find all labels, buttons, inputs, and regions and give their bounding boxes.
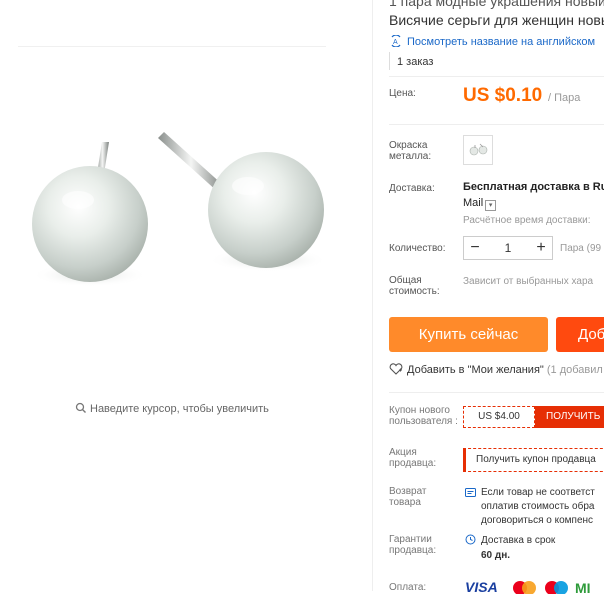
returns-line2: оплатив стоимость обра (481, 501, 595, 512)
translate-link-text[interactable]: Посмотреть название на английском (407, 36, 595, 48)
get-coupon-button[interactable]: ПОЛУЧИТЬ (535, 406, 604, 428)
quantity-unit: Пара (99 (560, 243, 602, 254)
returns-text: Если товар не соответст оплатив стоимост… (481, 486, 595, 528)
svg-text:VISA: VISA (465, 579, 498, 594)
on-time-delivery-icon (465, 534, 476, 545)
color-swatch[interactable] (463, 135, 493, 165)
payment-methods: VISA MI (463, 578, 604, 596)
translate-link[interactable]: A Посмотреть название на английском (389, 34, 595, 48)
new-user-coupon-label: Купон нового пользователя : (389, 405, 458, 427)
maestro-icon (545, 581, 568, 595)
seller-promo-label: Акция продавца: (389, 447, 437, 469)
section-divider (389, 392, 604, 393)
add-to-cart-button[interactable]: Доб (556, 317, 604, 352)
pane-divider (372, 0, 373, 591)
earring-thumb-icon (469, 143, 488, 156)
svg-text:MI: MI (575, 580, 591, 594)
orders-count: 1 заказ (397, 56, 434, 68)
section-divider (389, 76, 604, 77)
pearl-earrings-image[interactable] (18, 120, 338, 330)
return-policy-icon (465, 488, 476, 497)
zoom-hint-text: Наведите курсор, чтобы увеличить (90, 403, 269, 415)
shipping-method[interactable]: Mail ▾ (463, 197, 497, 211)
visa-icon: VISA (465, 579, 498, 595)
guarantee-line2: 60 дн. (481, 550, 511, 561)
product-title: 1 пара модные украшения новый Висячие се… (389, 0, 604, 30)
shipping-method-text[interactable]: Mail (463, 197, 483, 209)
guarantee-text: Доставка в срок 60 дн. (481, 533, 555, 563)
svg-text:A: A (393, 39, 398, 46)
total-label: Общая стоимость: (389, 275, 440, 297)
quantity-input[interactable]: 1 (486, 237, 530, 259)
heart-icon[interactable] (389, 363, 403, 375)
product-image-pane[interactable]: Наведите курсор, чтобы увеличить (0, 0, 372, 591)
mir-icon: MI (575, 580, 591, 596)
magnifier-icon (75, 402, 86, 413)
thumb-divider (18, 46, 326, 47)
buy-now-button[interactable]: Купить сейчас (389, 317, 548, 352)
chevron-down-icon[interactable]: ▾ (485, 200, 497, 211)
new-user-coupon-value: US $4.00 (463, 406, 535, 428)
shipping-estimate: Расчётное время доставки: (463, 215, 591, 226)
seller-coupon-button[interactable]: Получить купон продавца (463, 448, 604, 472)
quantity-label: Количество: (389, 243, 446, 254)
shipping-label: Доставка: (389, 183, 435, 194)
guarantee-label: Гарантии продавца: (389, 534, 437, 556)
price-label: Цена: (389, 88, 416, 99)
wishlist-text[interactable]: Добавить в "Мои желания" (407, 364, 544, 376)
price-value: US $0.10 (463, 85, 543, 106)
quantity-stepper[interactable]: − 1 + (463, 236, 553, 260)
quantity-minus-button[interactable]: − (464, 237, 486, 259)
product-title-line2: Висячие серьги для женщин новы (389, 12, 604, 28)
guarantee-line1: Доставка в срок (481, 535, 556, 546)
section-divider (389, 124, 604, 125)
quantity-plus-button[interactable]: + (530, 237, 552, 259)
wishlist-count: (1 добавил (546, 364, 603, 376)
shipping-main: Бесплатная доставка в Ru (463, 181, 604, 193)
wishlist-link[interactable]: Добавить в "Мои желания" (1 добавил (389, 363, 603, 376)
zoom-hint: Наведите курсор, чтобы увеличить (75, 402, 269, 415)
translate-icon: A (391, 34, 401, 48)
color-label: Окраска металла: (389, 140, 432, 162)
returns-label: Возврат товара (389, 486, 427, 508)
price-unit: / Пара (548, 92, 581, 104)
payment-label: Оплата: (389, 582, 427, 593)
returns-line1: Если товар не соответст (481, 487, 595, 498)
returns-line3: договориться о компенс (481, 515, 594, 526)
total-value: Зависит от выбранных хара (463, 276, 594, 287)
product-title-line1: 1 пара модные украшения новый (389, 0, 604, 9)
orders-divider (389, 52, 390, 70)
mastercard-icon (513, 581, 536, 595)
